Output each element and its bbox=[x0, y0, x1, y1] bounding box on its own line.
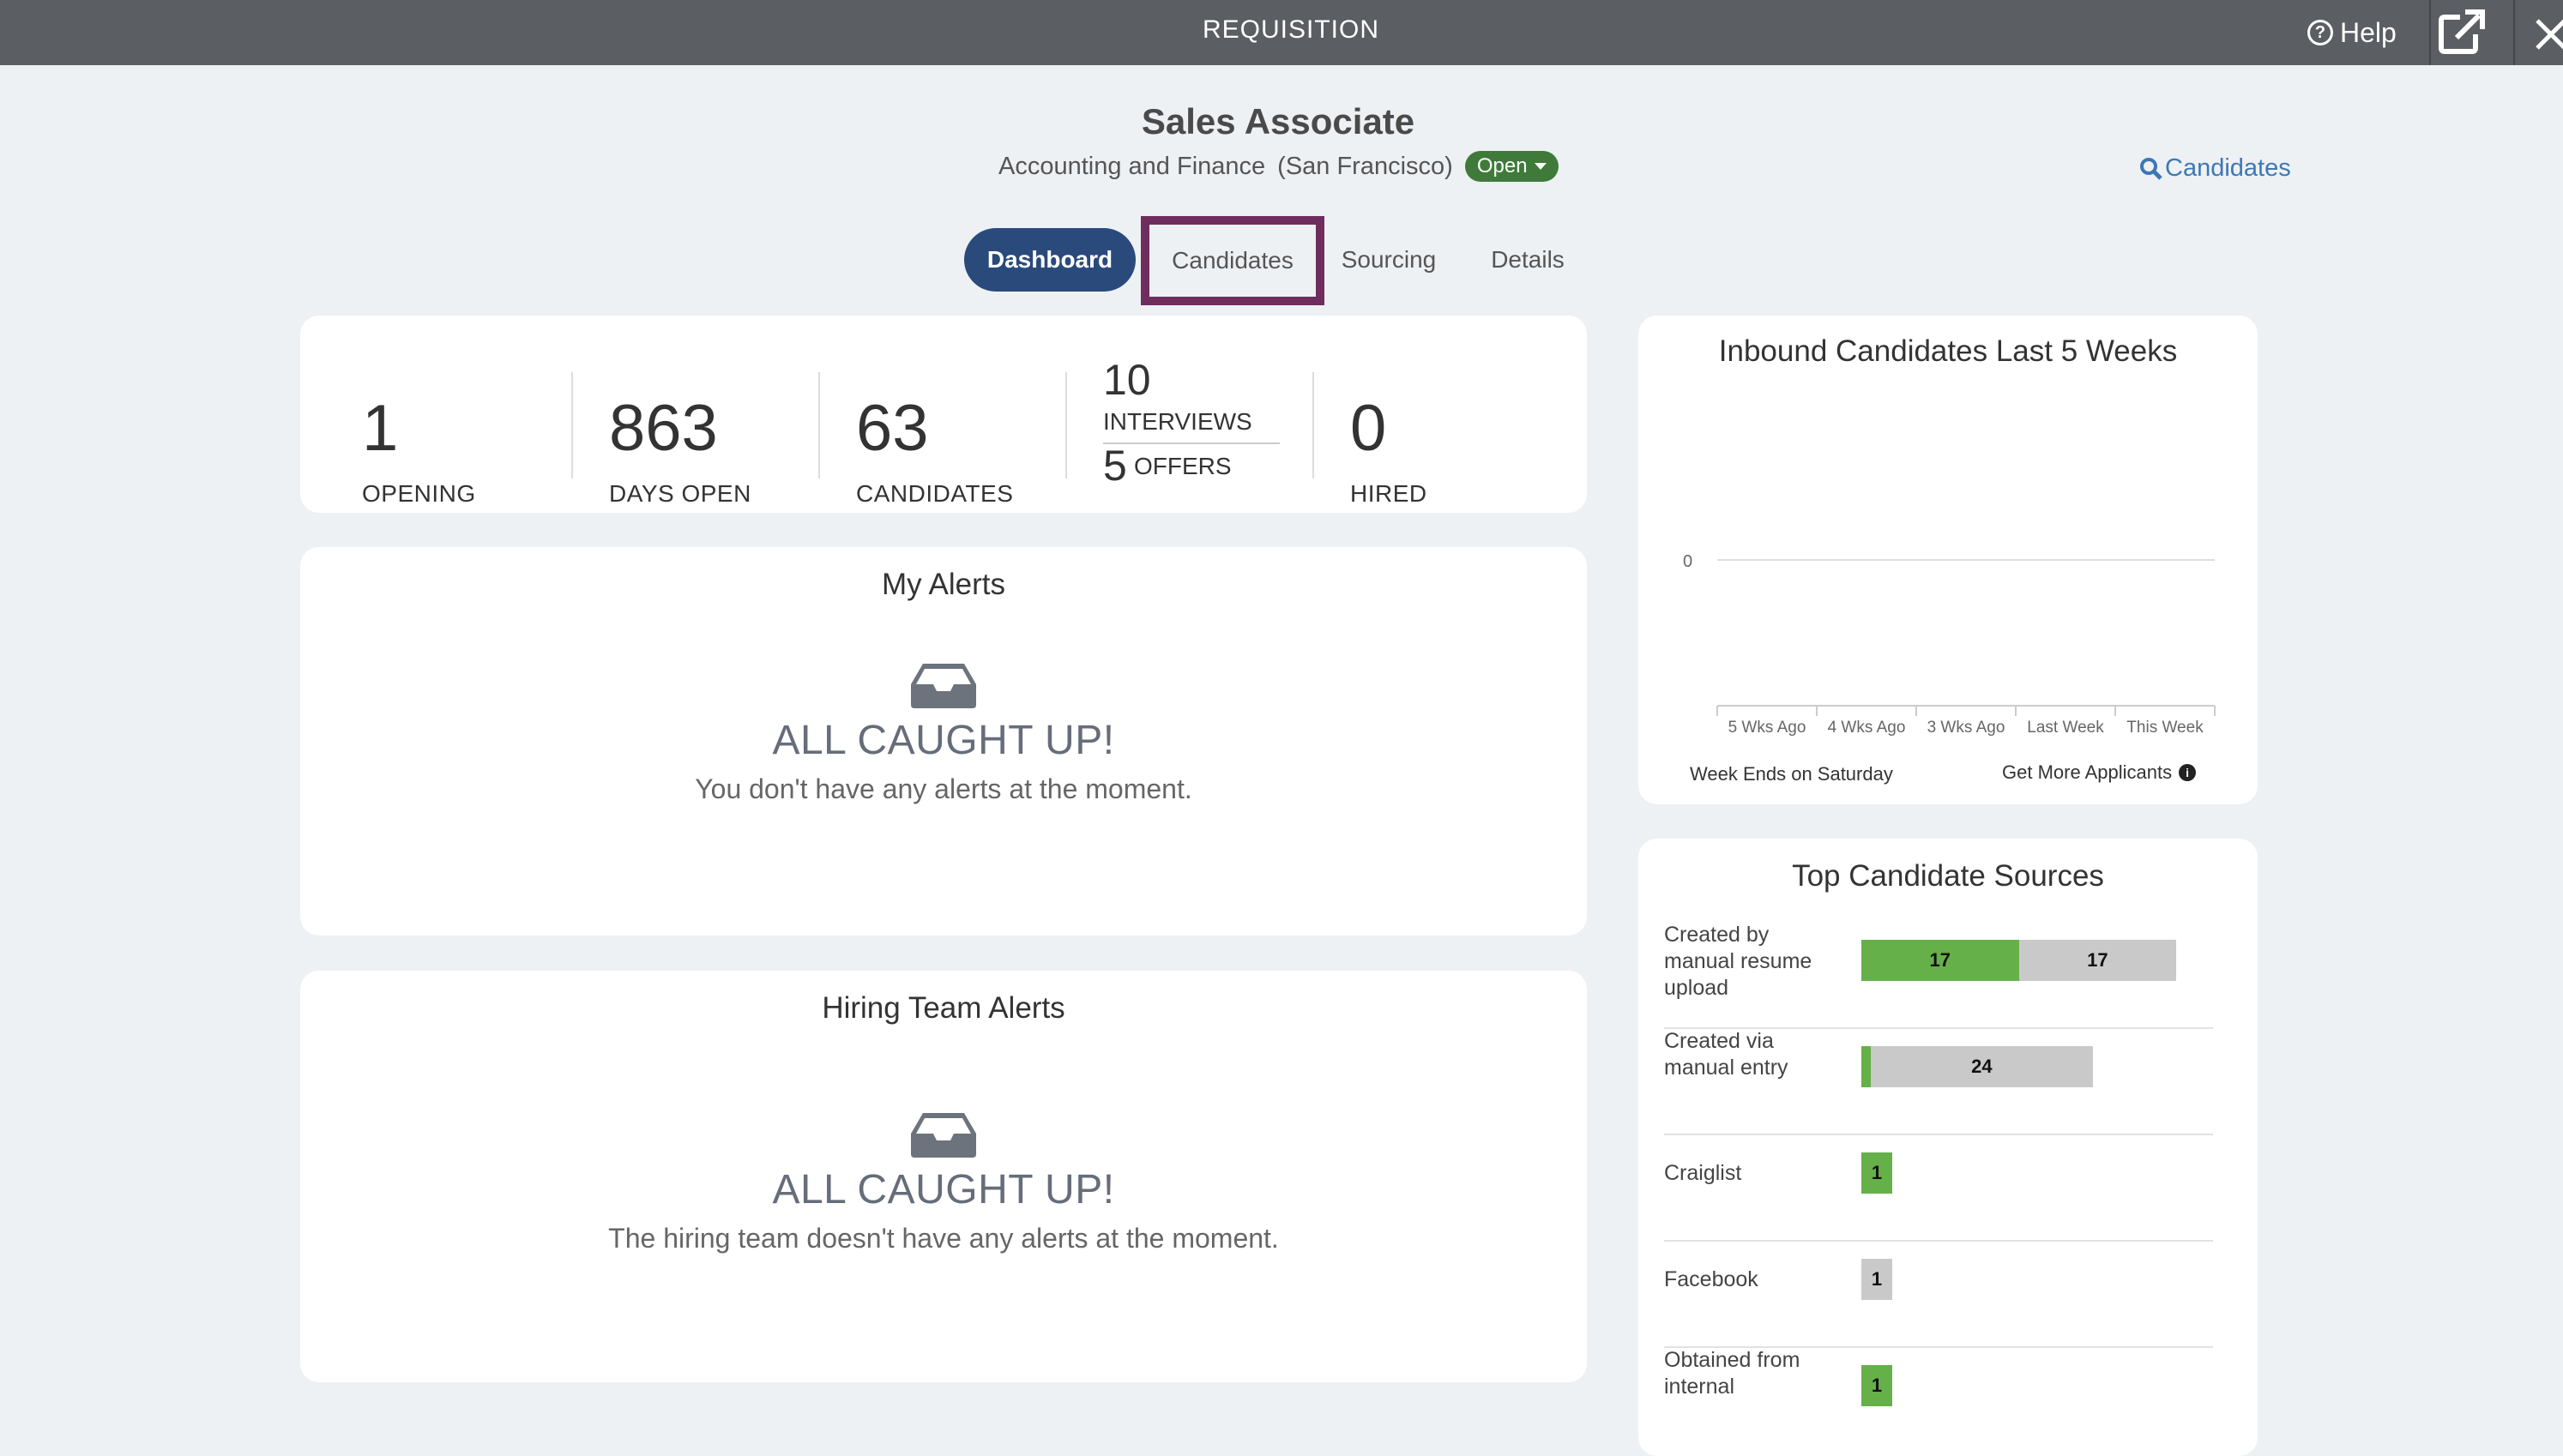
offers-value: 5 bbox=[1103, 442, 1127, 490]
tab-sourcing[interactable]: Sourcing bbox=[1326, 228, 1451, 292]
interviews-label: INTERVIEWS bbox=[1103, 408, 1252, 435]
stat-label: HIRED bbox=[1350, 480, 1427, 507]
top-bar: REQUISITION ? Help bbox=[0, 0, 2563, 65]
divider bbox=[571, 372, 573, 478]
external-link-icon[interactable] bbox=[2434, 7, 2488, 58]
caught-up-headline: ALL CAUGHT UP! bbox=[772, 718, 1115, 763]
caught-up-message: You don't have any alerts at the moment. bbox=[695, 773, 1192, 804]
stats-card: 1 OPENING 863 DAYS OPEN 63 CANDIDATES 10… bbox=[300, 316, 1587, 513]
tab-candidates[interactable]: Candidates bbox=[1141, 216, 1324, 305]
top-candidate-sources-card: Top Candidate Sources Created by manual … bbox=[1638, 839, 2258, 1456]
stat-candidates: 63 CANDIDATES bbox=[856, 350, 1079, 508]
get-more-applicants-link[interactable]: Get More Applicants i bbox=[2002, 761, 2197, 784]
info-icon: i bbox=[2179, 764, 2197, 781]
source-bar-gray[interactable]: 24 bbox=[1870, 1046, 2093, 1087]
stat-openings: 1 OPENING bbox=[362, 350, 585, 508]
source-row: Craiglist 1 bbox=[1664, 1139, 2213, 1242]
card-title: Top Candidate Sources bbox=[1792, 859, 2104, 893]
source-label: Craiglist bbox=[1664, 1161, 1742, 1185]
source-label: Facebook bbox=[1664, 1267, 1758, 1291]
row-divider bbox=[1664, 1134, 2213, 1135]
source-bar-gray[interactable]: 1 bbox=[1861, 1259, 1892, 1300]
hiring-team-alerts-card: Hiring Team Alerts ALL CAUGHT UP! The hi… bbox=[300, 971, 1587, 1382]
stat-label: DAYS OPEN bbox=[609, 480, 751, 507]
source-bar-green[interactable]: 1 bbox=[1861, 1365, 1892, 1406]
tab-details[interactable]: Details bbox=[1477, 228, 1578, 292]
stat-value: 1 bbox=[362, 392, 399, 465]
stat-label: OPENING bbox=[362, 480, 476, 507]
source-row: Obtained from internal 1 bbox=[1664, 1348, 2213, 1454]
x-tick-label: 5 Wks Ago bbox=[1728, 719, 1806, 737]
x-tick-label: This Week bbox=[2126, 719, 2204, 737]
help-label: Help bbox=[2340, 16, 2397, 48]
stat-value: 0 bbox=[1350, 392, 1387, 465]
interviews-value: 10 bbox=[1103, 356, 1151, 404]
page-title: Sales Associate bbox=[1141, 101, 1415, 141]
stat-days-open: 863 DAYS OPEN bbox=[609, 350, 832, 508]
my-alerts-card: My Alerts ALL CAUGHT UP! You don't have … bbox=[300, 547, 1587, 936]
department: Accounting and Finance bbox=[998, 152, 1266, 180]
x-tick-label: 3 Wks Ago bbox=[1927, 719, 2005, 737]
candidates-link-label: Candidates bbox=[2165, 154, 2291, 182]
window-title: REQUISITION bbox=[1202, 15, 1379, 44]
x-tick-label: 4 Wks Ago bbox=[1828, 719, 1906, 737]
source-row: Created via manual entry124 bbox=[1664, 1029, 2213, 1135]
close-icon[interactable] bbox=[2527, 12, 2563, 55]
status-label: Open bbox=[1476, 154, 1528, 177]
get-more-applicants-label: Get More Applicants bbox=[2002, 761, 2173, 783]
y-tick-label: 0 bbox=[1683, 552, 1692, 571]
help-button[interactable]: ? Help bbox=[2307, 0, 2397, 65]
candidates-search-link[interactable]: Candidates bbox=[2139, 154, 2291, 183]
location: (San Francisco) bbox=[1277, 152, 1453, 180]
divider bbox=[818, 372, 820, 478]
card-title: Hiring Team Alerts bbox=[822, 991, 1065, 1025]
status-dropdown[interactable]: Open bbox=[1464, 151, 1559, 182]
row-divider bbox=[1664, 1240, 2213, 1242]
caught-up-headline: ALL CAUGHT UP! bbox=[772, 1167, 1115, 1212]
requisition-subtitle: Accounting and Finance (San Francisco) O… bbox=[998, 151, 1559, 182]
divider bbox=[1312, 372, 1314, 478]
source-row: Created by manual resume upload 17 17 bbox=[1664, 923, 2213, 1029]
inbound-candidates-card: Inbound Candidates Last 5 Weeks 5 Wks Ag… bbox=[1638, 316, 2258, 804]
question-icon: ? bbox=[2307, 20, 2333, 45]
stat-label: CANDIDATES bbox=[856, 480, 1014, 507]
source-label: Created by manual resume upload bbox=[1664, 923, 1812, 1000]
caret-down-icon bbox=[1534, 163, 1547, 170]
search-icon bbox=[2140, 157, 2162, 180]
stat-hired: 0 HIRED bbox=[1350, 350, 1573, 508]
inbox-icon bbox=[911, 1113, 976, 1158]
divider bbox=[2513, 0, 2515, 65]
divider bbox=[1065, 372, 1067, 478]
inbound-chart: 5 Wks Ago 4 Wks Ago 3 Wks Ago Last Week This… bbox=[1683, 552, 2216, 737]
source-bar-gray[interactable]: 17 bbox=[2018, 940, 2177, 981]
source-label: Created via manual entry bbox=[1664, 1029, 1788, 1080]
week-ends-note: Week Ends on Saturday bbox=[1690, 763, 1893, 785]
source-bar-green[interactable]: 17 bbox=[1861, 940, 2019, 981]
caught-up-message: The hiring team doesn't have any alerts … bbox=[608, 1223, 1279, 1254]
source-bar-green[interactable]: 1 bbox=[1861, 1152, 1892, 1194]
source-label: Obtained from internal bbox=[1664, 1348, 1800, 1399]
offers-label: OFFERS bbox=[1134, 453, 1232, 479]
tab-dashboard[interactable]: Dashboard bbox=[964, 228, 1136, 292]
stat-interviews-offers: 10 INTERVIEWS 5 OFFERS bbox=[1103, 358, 1283, 496]
inbox-icon bbox=[911, 664, 976, 708]
stat-value: 63 bbox=[856, 392, 929, 465]
source-row: Facebook 1 bbox=[1664, 1245, 2213, 1348]
divider bbox=[2429, 0, 2431, 65]
divider bbox=[1103, 442, 1280, 444]
x-tick-label: Last Week bbox=[2027, 719, 2104, 737]
stat-value: 863 bbox=[609, 392, 718, 465]
card-title: My Alerts bbox=[882, 568, 1005, 601]
